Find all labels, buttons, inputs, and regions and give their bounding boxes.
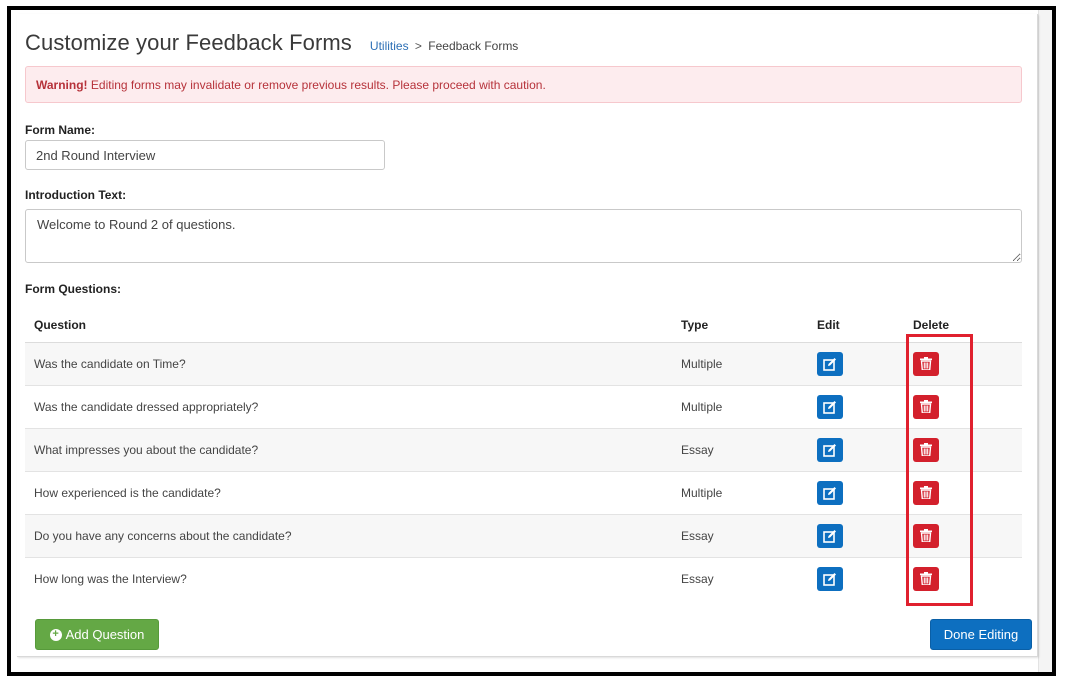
header-type: Type xyxy=(672,308,808,343)
delete-question-button[interactable] xyxy=(913,480,939,505)
edit-question-button[interactable] xyxy=(817,566,843,591)
trash-icon xyxy=(920,572,932,586)
delete-question-button[interactable] xyxy=(913,394,939,419)
page-title: Customize your Feedback Forms xyxy=(25,30,352,55)
header-delete: Delete xyxy=(904,308,1022,343)
add-question-button[interactable]: + Add Question xyxy=(35,619,159,650)
screenshot-frame: Customize your Feedback Forms Utilities … xyxy=(7,6,1056,676)
intro-text-textarea[interactable]: Welcome to Round 2 of questions. xyxy=(25,209,1022,263)
edit-cell xyxy=(808,427,904,471)
edit-icon xyxy=(823,486,836,500)
table-row: Was the candidate dressed appropriately?… xyxy=(25,384,1022,428)
delete-question-button[interactable] xyxy=(913,437,939,462)
delete-cell xyxy=(904,470,1022,514)
edit-icon xyxy=(823,529,836,543)
type-cell: Multiple xyxy=(672,384,808,428)
trash-icon xyxy=(920,443,932,456)
table-row: How experienced is the candidate? Multip… xyxy=(25,470,1022,514)
add-question-label: Add Question xyxy=(65,627,145,642)
edit-icon xyxy=(823,443,836,457)
edit-icon xyxy=(823,400,836,414)
delete-question-button[interactable] xyxy=(913,523,939,548)
header-edit: Edit xyxy=(808,308,904,343)
form-name-label: Form Name: xyxy=(25,123,96,137)
question-cell: How long was the Interview? xyxy=(25,556,672,600)
delete-cell xyxy=(904,556,1022,600)
edit-cell xyxy=(808,513,904,557)
page-header: Customize your Feedback Forms Utilities … xyxy=(25,30,518,56)
scrollbar-track[interactable] xyxy=(1038,10,1052,672)
question-cell: Do you have any concerns about the candi… xyxy=(25,513,672,557)
warning-message: Editing forms may invalidate or remove p… xyxy=(90,78,546,92)
trash-icon xyxy=(920,529,932,542)
edit-icon xyxy=(823,572,836,586)
breadcrumb: Utilities > Feedback Forms xyxy=(370,39,518,53)
edit-question-button[interactable] xyxy=(817,437,843,462)
plus-circle-icon: + xyxy=(49,628,62,641)
edit-cell xyxy=(808,341,904,385)
delete-question-button[interactable] xyxy=(913,351,939,376)
table-header-row: Question Type Edit Delete xyxy=(25,308,1022,343)
delete-cell xyxy=(904,513,1022,557)
edit-icon xyxy=(823,357,836,371)
delete-cell xyxy=(904,427,1022,471)
table-row: How long was the Interview? Essay xyxy=(25,556,1022,600)
type-cell: Essay xyxy=(672,427,808,471)
question-cell: What impresses you about the candidate? xyxy=(25,427,672,471)
intro-text-label: Introduction Text: xyxy=(25,188,127,202)
feedback-forms-card: Customize your Feedback Forms Utilities … xyxy=(17,14,1038,657)
edit-question-button[interactable] xyxy=(817,523,843,548)
edit-question-button[interactable] xyxy=(817,351,843,376)
edit-cell xyxy=(808,470,904,514)
type-cell: Multiple xyxy=(672,470,808,514)
form-name-input[interactable] xyxy=(25,140,385,170)
question-cell: Was the candidate dressed appropriately? xyxy=(25,384,672,428)
breadcrumb-utilities-link[interactable]: Utilities xyxy=(370,39,409,53)
delete-cell xyxy=(904,384,1022,428)
table-row: Was the candidate on Time? Multiple xyxy=(25,341,1022,385)
breadcrumb-current: Feedback Forms xyxy=(428,39,519,53)
trash-icon xyxy=(920,486,932,499)
delete-question-button[interactable] xyxy=(913,566,939,591)
header-question: Question xyxy=(25,308,672,343)
edit-question-button[interactable] xyxy=(817,480,843,505)
done-editing-button[interactable]: Done Editing xyxy=(930,619,1032,650)
type-cell: Multiple xyxy=(672,341,808,385)
edit-cell xyxy=(808,556,904,600)
questions-table: Question Type Edit Delete Was the candid… xyxy=(25,308,1022,600)
warning-strong: Warning! xyxy=(36,78,88,92)
type-cell: Essay xyxy=(672,556,808,600)
question-cell: Was the candidate on Time? xyxy=(25,341,672,385)
warning-alert: Warning! Editing forms may invalidate or… xyxy=(25,66,1022,103)
type-cell: Essay xyxy=(672,513,808,557)
table-row: Do you have any concerns about the candi… xyxy=(25,513,1022,557)
edit-question-button[interactable] xyxy=(817,394,843,419)
table-row: What impresses you about the candidate? … xyxy=(25,427,1022,471)
trash-icon xyxy=(920,357,932,370)
trash-icon xyxy=(920,400,932,413)
breadcrumb-separator: > xyxy=(414,39,422,53)
form-questions-label: Form Questions: xyxy=(25,282,122,296)
delete-cell xyxy=(904,341,1022,385)
question-cell: How experienced is the candidate? xyxy=(25,470,672,514)
edit-cell xyxy=(808,384,904,428)
